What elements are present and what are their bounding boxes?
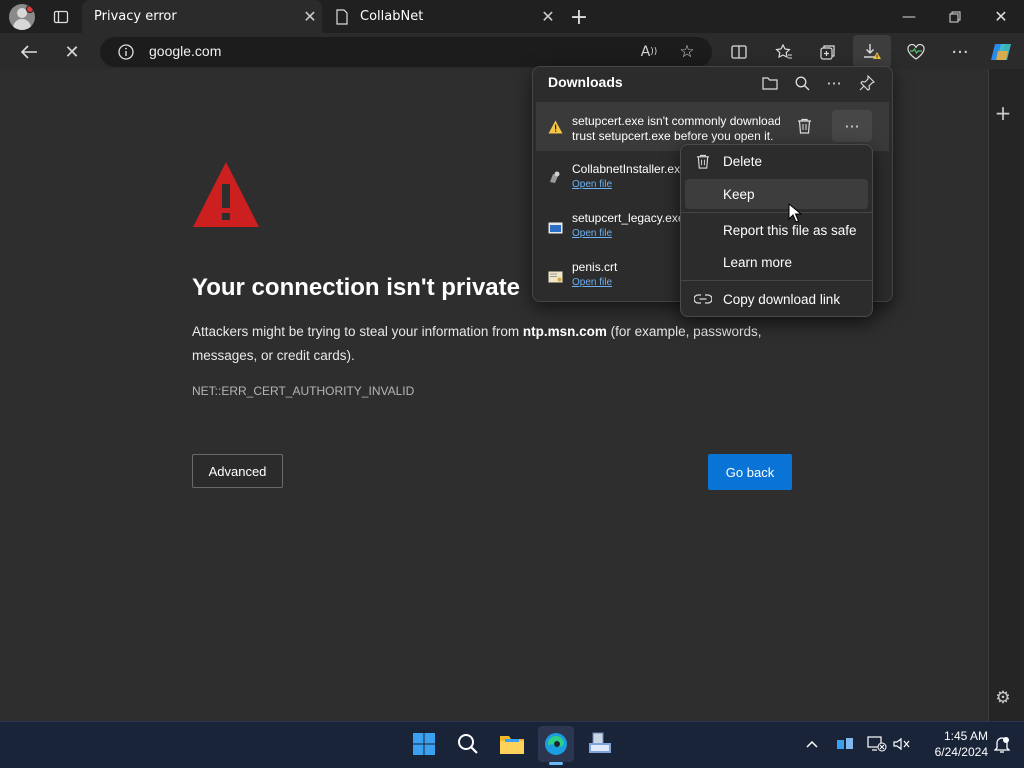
- edge-active-indicator: [549, 762, 563, 765]
- downloads-title: Downloads: [548, 74, 623, 90]
- menu-item-label: Report this file as safe: [723, 222, 857, 238]
- restore-icon[interactable]: [932, 0, 978, 33]
- taskbar-clock[interactable]: 1:45 AM 6/24/2024: [918, 728, 988, 760]
- menu-separator: [681, 212, 872, 213]
- edge-sidebar: [988, 69, 1024, 721]
- certificate-icon: [548, 268, 563, 283]
- warning-paragraph: Attackers might be trying to steal your …: [192, 320, 802, 368]
- network-disconnected-icon[interactable]: [865, 732, 889, 756]
- clock-time: 1:45 AM: [943, 729, 988, 743]
- search-icon[interactable]: [450, 726, 486, 762]
- paragraph-text: Attackers might be trying to steal your …: [192, 324, 523, 339]
- menu-separator: [681, 280, 872, 281]
- link-icon: [693, 289, 713, 309]
- tray-app-icon[interactable]: [833, 732, 857, 756]
- go-back-button[interactable]: Go back: [708, 454, 792, 490]
- warning-icon: [548, 119, 563, 134]
- menu-item-label: Copy download link: [723, 291, 841, 307]
- open-file-link[interactable]: Open file: [572, 277, 612, 288]
- volume-muted-icon[interactable]: [890, 732, 914, 756]
- trash-icon[interactable]: [793, 115, 815, 137]
- search-icon[interactable]: [790, 71, 814, 95]
- menu-item-report-safe[interactable]: Report this file as safe: [685, 215, 868, 245]
- download-filename: setupcert_legacy.exe: [572, 211, 680, 225]
- copilot-icon[interactable]: [989, 39, 1015, 65]
- exe-icon: [548, 219, 563, 234]
- menu-item-delete[interactable]: Delete: [685, 146, 868, 176]
- tray-overflow-chevron-icon[interactable]: [800, 732, 824, 756]
- tab-label: CollabNet: [360, 9, 424, 24]
- close-tab-icon[interactable]: ✕: [536, 5, 560, 29]
- new-tab-icon[interactable]: +: [566, 4, 592, 30]
- edge-browser-icon[interactable]: [538, 726, 574, 762]
- profile-avatar[interactable]: [9, 4, 35, 30]
- tab-collabnet[interactable]: CollabNet ✕: [324, 0, 560, 33]
- download-filename: penis.crt: [572, 260, 618, 274]
- advanced-button[interactable]: Advanced: [192, 454, 283, 488]
- trash-icon: [693, 151, 713, 171]
- open-file-link[interactable]: Open file: [572, 228, 612, 239]
- favorites-icon[interactable]: [769, 37, 799, 67]
- download-warning-text: setupcert.exe isn't commonly downloaded.…: [572, 114, 780, 128]
- page-heading: Your connection isn't private: [192, 274, 520, 301]
- split-screen-icon[interactable]: [724, 37, 754, 67]
- item-more-icon[interactable]: ···: [832, 110, 872, 142]
- tab-label: Privacy error: [94, 9, 177, 24]
- more-options-icon[interactable]: ···: [822, 71, 846, 95]
- page-icon: [334, 8, 350, 25]
- file-explorer-icon[interactable]: [494, 726, 530, 762]
- collections-icon[interactable]: [813, 37, 843, 67]
- tab-actions-icon[interactable]: [48, 4, 74, 30]
- open-file-link[interactable]: Open file: [572, 179, 612, 190]
- menu-item-keep[interactable]: Keep: [685, 179, 868, 209]
- read-aloud-icon[interactable]: A)): [634, 37, 664, 67]
- warning-triangle-icon: [192, 160, 260, 228]
- menu-item-copy-link[interactable]: Copy download link: [685, 284, 868, 314]
- installer-icon: [548, 169, 562, 183]
- open-folder-icon[interactable]: [758, 71, 782, 95]
- more-menu-icon[interactable]: ···: [945, 37, 975, 67]
- notification-bell-icon[interactable]: [990, 733, 1014, 757]
- clock-date: 6/24/2024: [934, 745, 988, 759]
- pin-icon[interactable]: [855, 71, 879, 95]
- favorite-star-icon[interactable]: ☆: [672, 37, 702, 67]
- error-code: NET::ERR_CERT_AUTHORITY_INVALID: [192, 384, 415, 398]
- paragraph-host: ntp.msn.com: [522, 324, 607, 339]
- start-windows-icon[interactable]: [406, 726, 442, 762]
- browser-essentials-icon[interactable]: [901, 37, 931, 67]
- settings-gear-icon[interactable]: ⚙: [991, 686, 1015, 710]
- download-warning-text: trust setupcert.exe before you open it.: [572, 129, 774, 143]
- info-icon[interactable]: [116, 42, 136, 62]
- menu-item-learn-more[interactable]: Learn more: [685, 247, 868, 277]
- download-filename: CollabnetInstaller.exe: [572, 162, 680, 176]
- add-sidebar-icon[interactable]: +: [991, 101, 1015, 125]
- certificate-manager-icon[interactable]: [582, 726, 618, 762]
- menu-item-label: Keep: [723, 186, 755, 202]
- close-window-icon[interactable]: ✕: [978, 0, 1024, 33]
- stop-loading-icon[interactable]: ✕: [57, 37, 87, 67]
- menu-item-label: Delete: [723, 153, 763, 169]
- close-tab-icon[interactable]: ✕: [298, 5, 322, 29]
- address-text[interactable]: google.com: [149, 43, 221, 59]
- mouse-cursor-icon: [788, 202, 803, 223]
- minimize-icon[interactable]: —: [886, 0, 932, 33]
- back-icon[interactable]: [14, 37, 44, 67]
- menu-item-label: Learn more: [723, 254, 793, 270]
- tab-privacy-error[interactable]: Privacy error ✕: [82, 0, 322, 33]
- downloads-icon[interactable]: [857, 37, 887, 67]
